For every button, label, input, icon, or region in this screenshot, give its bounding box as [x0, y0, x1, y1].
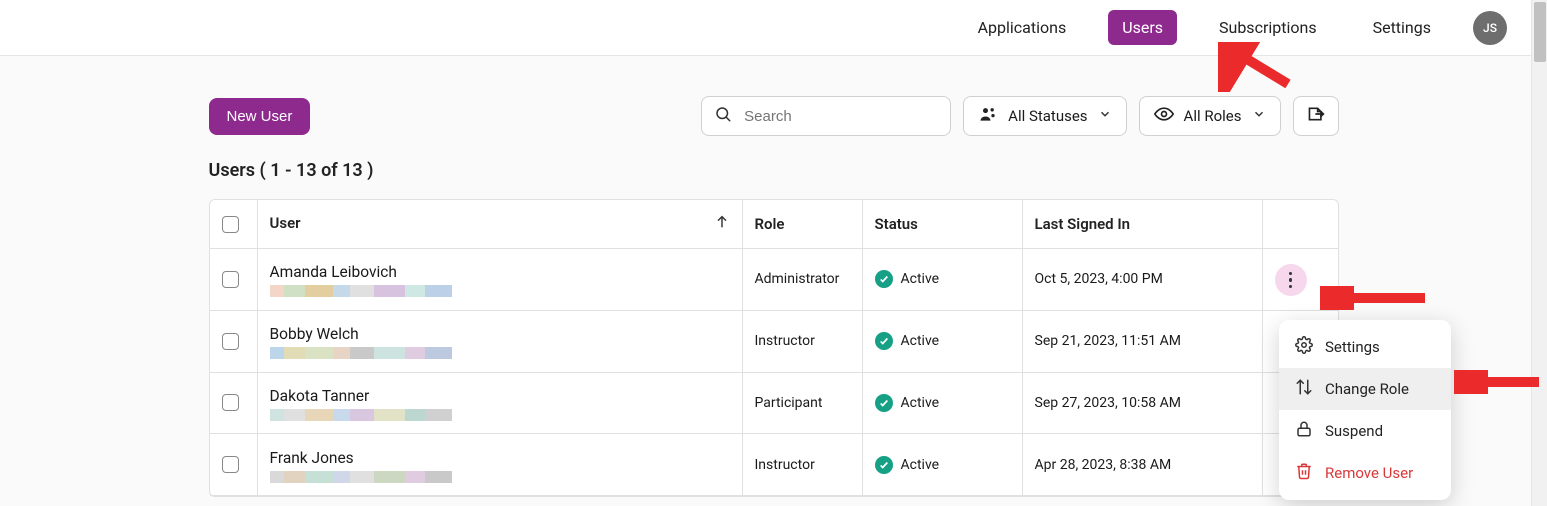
user-name: Bobby Welch — [270, 325, 730, 343]
redacted-email — [270, 409, 730, 421]
table-row: Dakota Tanner Participant Active Sep 27, 20… — [210, 373, 1338, 435]
search-field-wrap[interactable] — [701, 96, 951, 136]
redacted-email — [270, 285, 730, 297]
cell-last-signed-in: Sep 27, 2023, 10:58 AM — [1022, 373, 1262, 435]
menu-item-remove-user-label: Remove User — [1325, 464, 1413, 482]
row-actions-button[interactable] — [1275, 264, 1307, 296]
menu-item-change-role[interactable]: Change Role — [1279, 368, 1451, 410]
chevron-down-icon — [1098, 107, 1112, 125]
col-header-user-label: User — [270, 214, 301, 232]
cell-last-signed-in: Sep 21, 2023, 11:51 AM — [1022, 311, 1262, 373]
status-label: Active — [901, 333, 940, 349]
export-icon — [1306, 105, 1326, 127]
users-table: User Role Status Last Signed In Amanda L… — [209, 199, 1339, 497]
menu-item-suspend-label: Suspend — [1325, 422, 1383, 440]
table-row: Amanda Leibovich Administrator Active Oct 5… — [210, 249, 1338, 311]
cell-last-signed-in: Apr 28, 2023, 8:38 AM — [1022, 434, 1262, 496]
eye-icon — [1154, 106, 1174, 126]
table-row: Frank Jones Instructor Active Apr 28, 2023,… — [210, 434, 1338, 496]
nav-subscriptions[interactable]: Subscriptions — [1205, 10, 1331, 45]
row-checkbox[interactable] — [222, 456, 239, 473]
cell-status: Active — [875, 394, 1010, 412]
scrollbar-thumb[interactable] — [1534, 2, 1546, 62]
more-vertical-icon — [1289, 272, 1293, 289]
redacted-email — [270, 347, 730, 359]
col-header-role[interactable]: Role — [742, 200, 862, 249]
menu-item-settings[interactable]: Settings — [1279, 326, 1451, 368]
cell-role: Participant — [742, 373, 862, 435]
status-label: Active — [901, 271, 940, 287]
new-user-button[interactable]: New User — [209, 98, 311, 135]
cell-role: Instructor — [742, 311, 862, 373]
status-active-icon — [875, 332, 893, 350]
user-name: Dakota Tanner — [270, 387, 730, 405]
nav-settings[interactable]: Settings — [1359, 10, 1445, 45]
status-filter[interactable]: All Statuses — [963, 96, 1126, 136]
sort-asc-icon — [714, 214, 730, 234]
user-name: Amanda Leibovich — [270, 263, 730, 281]
status-label: Active — [901, 395, 940, 411]
status-filter-label: All Statuses — [1008, 107, 1087, 125]
top-nav: Applications Users Subscriptions Setting… — [0, 0, 1547, 56]
cell-status: Active — [875, 270, 1010, 288]
cell-role: Instructor — [742, 434, 862, 496]
chevron-down-icon — [1252, 107, 1266, 125]
cell-last-signed-in: Oct 5, 2023, 4:00 PM — [1022, 249, 1262, 311]
page-toolbar: New User All Statuses — [209, 96, 1339, 136]
status-label: Active — [901, 457, 940, 473]
col-header-status[interactable]: Status — [862, 200, 1022, 249]
row-actions-menu: Settings Change Role Suspend Remove User — [1279, 320, 1451, 500]
status-active-icon — [875, 394, 893, 412]
redacted-email — [270, 471, 730, 483]
row-checkbox[interactable] — [222, 394, 239, 411]
user-name: Frank Jones — [270, 449, 730, 467]
status-active-icon — [875, 270, 893, 288]
menu-item-remove-user[interactable]: Remove User — [1279, 452, 1451, 494]
col-header-actions — [1262, 200, 1338, 249]
avatar[interactable]: JS — [1473, 11, 1507, 45]
row-checkbox[interactable] — [222, 271, 239, 288]
export-button[interactable] — [1293, 96, 1339, 136]
search-input[interactable] — [742, 107, 945, 126]
swap-icon — [1295, 378, 1313, 400]
status-active-icon — [875, 456, 893, 474]
lock-icon — [1295, 420, 1313, 442]
nav-applications[interactable]: Applications — [964, 10, 1081, 45]
nav-users[interactable]: Users — [1108, 10, 1177, 45]
select-all-checkbox[interactable] — [222, 216, 239, 233]
scrollbar[interactable] — [1531, 0, 1547, 506]
menu-item-change-role-label: Change Role — [1325, 380, 1409, 398]
cell-status: Active — [875, 332, 1010, 350]
menu-item-suspend[interactable]: Suspend — [1279, 410, 1451, 452]
table-row: Bobby Welch Instructor Active Sep 21, 2023,… — [210, 311, 1338, 373]
col-header-user[interactable]: User — [258, 200, 742, 249]
trash-icon — [1295, 462, 1313, 484]
search-icon — [714, 105, 732, 127]
col-header-last-signed-in[interactable]: Last Signed In — [1022, 200, 1262, 249]
menu-item-settings-label: Settings — [1325, 338, 1380, 356]
cell-role: Administrator — [742, 249, 862, 311]
people-icon — [978, 105, 998, 127]
role-filter-label: All Roles — [1184, 107, 1242, 125]
cell-status: Active — [875, 456, 1010, 474]
role-filter[interactable]: All Roles — [1139, 96, 1281, 136]
gear-icon — [1295, 336, 1313, 358]
row-checkbox[interactable] — [222, 333, 239, 350]
results-count: Users ( 1 - 13 of 13 ) — [209, 160, 1339, 181]
